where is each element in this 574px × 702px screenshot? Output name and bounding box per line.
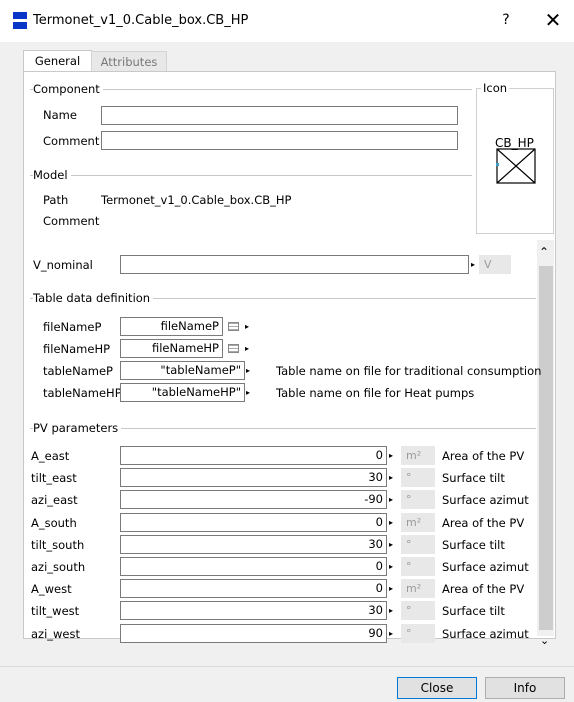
tablenamehp-arrow-icon[interactable]: ▸ [246,383,250,402]
tilt-south-arrow-icon[interactable]: ▸ [389,535,393,554]
tablenamehp-label: tableNameHP [43,386,122,400]
pv-group-label: PV parameters [33,421,122,435]
tablenamep-description: Table name on file for traditional consu… [276,364,542,378]
path-value: Termonet_v1_0.Cable_box.CB_HP [101,193,292,207]
a-south-arrow-icon[interactable]: ▸ [389,513,393,532]
azi-south-label: azi_south [31,560,86,574]
table-data-group-label: Table data definition [33,291,154,305]
a-east-label: A_east [31,449,70,463]
azi-east-label: azi_east [31,493,78,507]
tilt-east-description: Surface tilt [442,471,505,485]
azi-west-label: azi_west [31,627,81,641]
tablenamep-arrow-icon[interactable]: ▸ [246,361,250,380]
scrollbar-thumb[interactable] [539,266,553,630]
path-label: Path [43,193,69,207]
azi-west-input[interactable]: 90 [120,624,387,643]
a-south-unit: m² [401,513,435,532]
tilt-east-label: tilt_east [31,471,77,485]
filenamehp-label: fileNameHP [43,342,111,356]
v-nominal-unit: V [479,255,511,274]
a-south-input[interactable]: 0 [120,513,387,532]
file-browse-icon[interactable] [228,322,239,331]
cable-box-icon [496,148,536,184]
file-browse-icon[interactable] [228,344,239,353]
help-button[interactable]: ? [496,12,516,30]
filenamehp-input[interactable]: fileNameHP [120,339,223,358]
tab-general[interactable]: General [23,50,92,73]
button-bar-divider [0,666,574,667]
tilt-south-description: Surface tilt [442,538,505,552]
a-west-description: Area of the PV [442,582,525,596]
close-button[interactable]: Close [397,677,477,699]
filenamep-label: fileNameP [43,320,102,334]
comment-label: Comment [43,134,100,148]
v-nominal-label: V_nominal [33,258,93,272]
azi-south-unit: ° [401,557,435,576]
a-west-unit: m² [401,579,435,598]
v-nominal-arrow-icon[interactable]: ▸ [471,255,475,274]
azi-south-input[interactable]: 0 [120,557,387,576]
azi-east-description: Surface azimut [442,493,529,507]
filenamep-input[interactable]: fileNameP [120,317,223,336]
v-nominal-input[interactable] [120,255,469,274]
tilt-east-input[interactable]: 30 [120,468,387,487]
scroll-up-icon[interactable]: ⌃ [539,245,549,259]
azi-south-description: Surface azimut [442,560,529,574]
a-east-description: Area of the PV [442,449,525,463]
a-east-input[interactable]: 0 [120,446,387,465]
azi-west-arrow-icon[interactable]: ▸ [389,624,393,643]
a-east-unit: m² [401,446,435,465]
filenamehp-arrow-icon[interactable]: ▸ [245,339,249,358]
name-input[interactable] [101,106,458,125]
model-comment-label: Comment [43,214,100,228]
window-title: Termonet_v1_0.Cable_box.CB_HP [33,13,249,28]
icon-group-label: Icon [481,81,510,95]
a-east-arrow-icon[interactable]: ▸ [389,446,393,465]
app-icon [13,12,27,30]
tilt-south-unit: ° [401,535,435,554]
tilt-west-label: tilt_west [31,604,80,618]
info-button[interactable]: Info [485,677,565,699]
azi-east-arrow-icon[interactable]: ▸ [389,490,393,509]
azi-west-description: Surface azimut [442,627,529,641]
tilt-west-input[interactable]: 30 [120,601,387,620]
tilt-south-input[interactable]: 30 [120,535,387,554]
azi-west-unit: ° [401,624,435,643]
filenamep-arrow-icon[interactable]: ▸ [245,317,249,336]
tilt-south-label: tilt_south [31,538,85,552]
a-west-arrow-icon[interactable]: ▸ [389,579,393,598]
a-south-label: A_south [31,516,77,530]
a-west-input[interactable]: 0 [120,579,387,598]
tab-attributes[interactable]: Attributes [91,51,167,72]
azi-east-unit: ° [401,490,435,509]
name-label: Name [43,108,77,122]
tilt-west-unit: ° [401,601,435,620]
tilt-east-arrow-icon[interactable]: ▸ [389,468,393,487]
comment-input[interactable] [101,131,458,150]
tilt-east-unit: ° [401,468,435,487]
a-south-description: Area of the PV [442,516,525,530]
tilt-west-description: Surface tilt [442,604,505,618]
tablenamep-label: tableNameP [43,364,113,378]
tablenamehp-description: Table name on file for Heat pumps [276,386,475,400]
azi-east-input[interactable]: -90 [120,490,387,509]
model-group-label: Model [33,168,71,182]
azi-south-arrow-icon[interactable]: ▸ [389,557,393,576]
component-group-label: Component [33,82,103,96]
tablenamehp-input[interactable]: "tableNameHP" [120,383,245,402]
tilt-west-arrow-icon[interactable]: ▸ [389,601,393,620]
tablenamep-input[interactable]: "tableNameP" [120,361,245,380]
a-west-label: A_west [31,582,72,596]
close-window-icon[interactable]: ✕ [543,8,563,32]
model-group-line [30,175,472,176]
scroll-down-icon[interactable]: ⌄ [540,634,549,647]
